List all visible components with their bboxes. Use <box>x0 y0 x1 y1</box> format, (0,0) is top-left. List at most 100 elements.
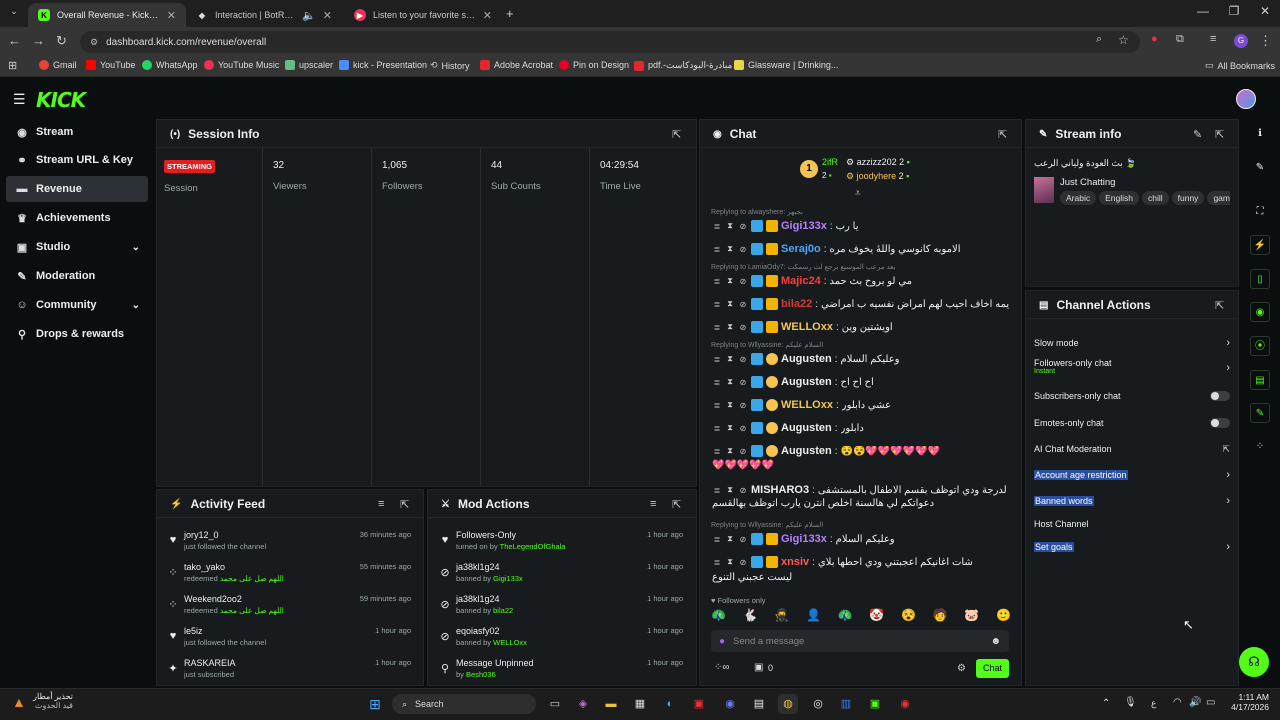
chat-username[interactable]: WELLOxx <box>781 321 833 333</box>
chat-username[interactable]: Gigi133x <box>781 533 827 545</box>
chat-username[interactable]: xnsiv <box>781 556 809 568</box>
chat-username[interactable]: Augusten <box>781 376 832 388</box>
emote-icon[interactable]: 🐇 <box>743 608 758 626</box>
emote-icon[interactable]: 🙂 <box>996 608 1011 626</box>
delete-message-icon[interactable]: ≣ <box>712 378 722 387</box>
banned-words-action[interactable]: Banned words › <box>1034 493 1230 509</box>
popout-icon[interactable]: ⇱ <box>998 128 1007 141</box>
delete-message-icon[interactable]: ≣ <box>712 558 722 567</box>
wrench-icon[interactable]: ✎ <box>1250 403 1270 423</box>
sidebar-item-stream[interactable]: ◉ Stream <box>6 119 148 145</box>
ban-icon[interactable]: ⊘ <box>738 401 748 410</box>
obs-icon[interactable]: ◎ <box>808 694 828 714</box>
timeout-icon[interactable]: ⧗ <box>725 322 735 332</box>
chevron-down-icon[interactable]: ⌄ <box>132 242 140 253</box>
ban-icon[interactable]: ⊘ <box>738 378 748 387</box>
subscribers-only-action[interactable]: Subscribers-only chat <box>1034 388 1230 404</box>
delete-message-icon[interactable]: ≣ <box>712 277 722 286</box>
delete-message-icon[interactable]: ≣ <box>712 355 722 364</box>
close-icon[interactable]: ✕ <box>323 9 332 22</box>
bookmark-kick-presentation[interactable]: kick - Presentation <box>339 60 427 70</box>
maximize-button[interactable]: ❐ <box>1224 4 1244 18</box>
chat-input[interactable]: ● Send a message ☻ <box>711 630 1009 652</box>
ban-icon[interactable]: ⊘ <box>738 558 748 567</box>
sidebar-item-community[interactable]: ☺ Community ⌄ <box>6 292 148 318</box>
ban-icon[interactable]: ⊘ <box>738 245 748 254</box>
battery-icon[interactable]: ▭ <box>1206 697 1215 708</box>
delete-message-icon[interactable]: ≣ <box>712 245 722 254</box>
slow-mode-action[interactable]: Slow mode › <box>1034 335 1230 351</box>
copilot-icon[interactable]: ◈ <box>573 694 593 714</box>
emote-icon[interactable]: 🧑 <box>933 608 948 626</box>
sidebar-item-studio[interactable]: ▣ Studio ⌄ <box>6 234 148 260</box>
hamburger-menu-icon[interactable]: ☰ <box>13 91 26 108</box>
popout-icon[interactable]: ⇱ <box>1215 128 1224 141</box>
menu-dots-icon[interactable]: ⋮ <box>1259 33 1272 49</box>
timeout-icon[interactable]: ⧗ <box>725 221 735 231</box>
timeout-icon[interactable]: ⧗ <box>725 557 735 567</box>
edge-icon[interactable]: ◐ <box>660 694 680 714</box>
top-gifter-1[interactable]: 2ifR <box>822 157 838 167</box>
chat-username[interactable]: bila22 <box>781 298 812 310</box>
weather-widget[interactable]: تحذير أمطار قيد الحدوث <box>33 692 73 710</box>
chat-icon[interactable]: ◉ <box>1250 302 1270 322</box>
ban-icon[interactable]: ⊘ <box>738 323 748 332</box>
pencil-icon[interactable]: ✎ <box>1250 158 1270 178</box>
tab-media-icon[interactable]: ≡ <box>1210 33 1216 45</box>
task-view-icon[interactable]: ▭ <box>545 694 565 714</box>
ban-icon[interactable]: ⊘ <box>738 222 748 231</box>
volume-icon[interactable]: 🔊 <box>1189 697 1201 708</box>
extension-icon[interactable]: ● <box>1151 33 1158 45</box>
timeout-icon[interactable]: ⧗ <box>725 244 735 254</box>
chevron-down-icon[interactable]: ⌄ <box>132 300 140 311</box>
apps-grid-icon[interactable]: ⊞ <box>8 59 17 72</box>
edit-icon[interactable]: ✎ <box>1193 128 1202 141</box>
emotes-only-action[interactable]: Emotes-only chat <box>1034 415 1230 431</box>
delete-message-icon[interactable]: ≣ <box>712 424 722 433</box>
sidebar-item-drops[interactable]: ⚲ Drops & rewards <box>6 321 148 347</box>
chrome-icon[interactable]: ◍ <box>778 694 798 714</box>
app-icon[interactable]: ▣ <box>689 694 709 714</box>
windows-start-icon[interactable]: ⊞ <box>365 694 385 714</box>
emoji-icon[interactable]: ☻ <box>990 636 1001 647</box>
bookmark-pdf[interactable]: pdf.-مبادرة-البودكاست <box>634 60 732 71</box>
timeout-icon[interactable]: ⧗ <box>725 485 735 495</box>
emotes-only-toggle[interactable] <box>1210 418 1230 428</box>
emote-icon[interactable]: 🐷 <box>964 608 979 626</box>
delete-message-icon[interactable]: ≣ <box>712 535 722 544</box>
site-info-icon[interactable]: ⚙ <box>90 37 98 48</box>
chat-username[interactable]: Augusten <box>781 445 832 457</box>
kick-app-icon[interactable]: ▣ <box>865 694 885 714</box>
info-icon[interactable]: ℹ <box>1250 124 1270 144</box>
mic-icon[interactable]: ● <box>719 636 725 647</box>
chat-username[interactable]: Seraj0o <box>781 243 821 255</box>
tab-kick-dashboard[interactable]: K Overall Revenue - Kick Dashboard ✕ <box>28 3 186 27</box>
timeout-icon[interactable]: ⧗ <box>725 299 735 309</box>
emote-icon[interactable]: 🦚 <box>838 608 853 626</box>
chat-send-button[interactable]: Chat <box>976 659 1009 678</box>
close-icon[interactable]: ✕ <box>483 9 492 22</box>
reload-icon[interactable]: ↻ <box>56 33 67 49</box>
chat-username[interactable]: Majic24 <box>781 275 821 287</box>
tab-search-icon[interactable]: ⌄ <box>6 6 22 20</box>
subscribers-only-toggle[interactable] <box>1210 391 1230 401</box>
panel-icon[interactable]: ▯ <box>1250 269 1270 289</box>
ban-icon[interactable]: ⊘ <box>738 277 748 286</box>
ban-icon[interactable]: ⊘ <box>738 424 748 433</box>
chat-username[interactable]: Gigi133x <box>781 220 827 232</box>
timeout-icon[interactable]: ⧗ <box>725 354 735 364</box>
emote-icon[interactable]: 🥷 <box>774 608 789 626</box>
chat-username[interactable]: MISHARO3 <box>751 484 809 496</box>
filter-icon[interactable]: ≡ <box>378 498 384 510</box>
delete-message-icon[interactable]: ≣ <box>712 401 722 410</box>
gift-icon[interactable]: ▣ <box>754 662 763 673</box>
delete-message-icon[interactable]: ≣ <box>712 447 722 456</box>
ban-icon[interactable]: ⊘ <box>738 535 748 544</box>
sidebar-item-stream-url[interactable]: ⚭ Stream URL & Key <box>6 147 148 173</box>
speaker-icon[interactable]: 🔈 <box>302 9 316 22</box>
zoom-icon[interactable]: ⌕ <box>1096 33 1102 46</box>
wifi-icon[interactable]: ◠ <box>1173 697 1182 708</box>
filter-icon[interactable]: ≡ <box>650 498 656 510</box>
chat-username[interactable]: Augusten <box>781 353 832 365</box>
top-gifter-3[interactable]: ⚙ joodyhere 2 ▪ <box>846 171 909 182</box>
